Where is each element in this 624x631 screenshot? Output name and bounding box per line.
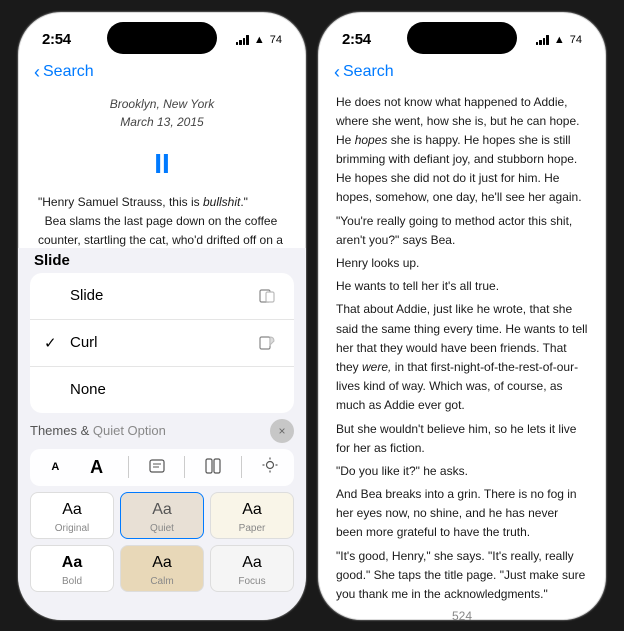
anim-none-left: None: [44, 381, 106, 398]
anim-slide[interactable]: Slide: [30, 273, 294, 320]
font-decrease-button[interactable]: A: [45, 459, 65, 475]
close-icon: ×: [278, 424, 285, 438]
curl-icon: [254, 330, 280, 356]
anim-slide-label: Slide: [70, 287, 103, 304]
right-para-8: And Bea breaks into a grin. There is no …: [336, 485, 588, 543]
chevron-left-icon: ‹: [34, 62, 40, 83]
right-para-6: But she wouldn't believe him, so he lets…: [336, 420, 588, 458]
anim-curl-left: ✓ Curl: [44, 334, 98, 352]
checkmark-curl: ✓: [44, 334, 60, 352]
right-para-5: That about Addie, just like he wrote, th…: [336, 300, 588, 415]
anim-none-label: None: [70, 381, 106, 398]
right-para-9: "It's good, Henry," she says. "It's real…: [336, 547, 588, 605]
book-content-right: He does not know what happened to Addie,…: [318, 89, 606, 609]
theme-quiet-label: Quiet: [150, 523, 174, 534]
theme-calm-label: Calm: [150, 576, 173, 587]
theme-paper-sample: Aa: [242, 501, 262, 519]
back-button-left[interactable]: ‹ Search: [34, 62, 94, 83]
theme-bold[interactable]: Aa Bold: [30, 545, 114, 592]
phones-container: 2:54 ▲ 74 ‹ Search: [17, 11, 607, 621]
layout-button[interactable]: [204, 457, 222, 478]
themes-header: Themes & Quiet Option ×: [30, 419, 294, 443]
slide-title: Slide: [30, 252, 70, 269]
battery-icon-right: 74: [570, 34, 582, 46]
book-location: Brooklyn, New York: [38, 95, 286, 114]
wifi-icon: ▲: [254, 34, 265, 46]
anim-slide-left: Slide: [44, 287, 103, 304]
right-para-2: "You're really going to method actor thi…: [336, 212, 588, 250]
themes-title: Themes & Quiet Option: [30, 422, 166, 440]
theme-calm-sample: Aa: [152, 554, 172, 572]
theme-focus-sample: Aa: [242, 554, 262, 572]
theme-bold-label: Bold: [62, 576, 82, 587]
wifi-icon-right: ▲: [554, 34, 565, 46]
slide-icon: [254, 283, 280, 309]
font-controls-row: A A: [30, 449, 294, 486]
theme-focus[interactable]: Aa Focus: [210, 545, 294, 592]
separator-1: [128, 456, 129, 478]
anim-curl[interactable]: ✓ Curl: [30, 320, 294, 367]
signal-icon: [236, 35, 249, 45]
right-para-1: He does not know what happened to Addie,…: [336, 93, 588, 208]
battery-icon: 74: [270, 34, 282, 46]
theme-paper-label: Paper: [239, 523, 266, 534]
brightness-button[interactable]: [261, 456, 279, 479]
time-left: 2:54: [42, 31, 71, 48]
themes-label: Themes & Quiet Option: [30, 423, 166, 438]
status-icons-left: ▲ 74: [236, 34, 282, 46]
theme-original[interactable]: Aa Original: [30, 492, 114, 539]
animation-options: Slide ✓ Curl: [30, 273, 294, 413]
time-right: 2:54: [342, 31, 371, 48]
themes-section: Themes & Quiet Option × A A: [18, 413, 306, 596]
theme-calm[interactable]: Aa Calm: [120, 545, 204, 592]
bottom-panel: Slide Slide: [18, 248, 306, 620]
right-para-7: "Do you like it?" he asks.: [336, 462, 588, 481]
close-button[interactable]: ×: [270, 419, 294, 443]
dynamic-island-right: [407, 22, 517, 54]
right-para-4: He wants to tell her it's all true.: [336, 277, 588, 296]
book-line-1: "Henry Samuel Strauss, this is bullshit.…: [38, 193, 286, 212]
status-icons-right: ▲ 74: [536, 34, 582, 46]
back-button-right[interactable]: ‹ Search: [334, 62, 394, 83]
nav-bar-left: ‹ Search: [18, 60, 306, 89]
separator-3: [241, 456, 242, 478]
right-para-3: Henry looks up.: [336, 254, 588, 273]
book-header: Brooklyn, New York March 13, 2015: [38, 95, 286, 132]
theme-original-sample: Aa: [62, 501, 82, 519]
chevron-right-icon: ‹: [334, 62, 340, 83]
left-phone: 2:54 ▲ 74 ‹ Search: [17, 11, 307, 621]
theme-bold-sample: Aa: [62, 554, 82, 572]
right-phone: 2:54 ▲ 74 ‹ Search H: [317, 11, 607, 621]
anim-curl-label: Curl: [70, 334, 98, 351]
book-date: March 13, 2015: [38, 113, 286, 132]
theme-quiet-sample: Aa: [152, 501, 172, 519]
theme-focus-label: Focus: [238, 576, 265, 587]
separator-2: [184, 456, 185, 478]
font-family-button[interactable]: [148, 457, 166, 478]
back-label-left: Search: [43, 63, 94, 81]
signal-icon-right: [536, 35, 549, 45]
theme-original-label: Original: [55, 523, 89, 534]
theme-paper[interactable]: Aa Paper: [210, 492, 294, 539]
themes-grid: Aa Original Aa Quiet Aa Paper Aa Bold: [30, 492, 294, 592]
font-increase-button[interactable]: A: [84, 455, 109, 480]
anim-none[interactable]: None: [30, 367, 294, 413]
none-icon: [254, 377, 280, 403]
page-number: 524: [318, 609, 606, 621]
nav-bar-right: ‹ Search: [318, 60, 606, 89]
theme-quiet[interactable]: Aa Quiet: [120, 492, 204, 539]
back-label-right: Search: [343, 63, 394, 81]
chapter-number: II: [38, 142, 286, 185]
dynamic-island: [107, 22, 217, 54]
